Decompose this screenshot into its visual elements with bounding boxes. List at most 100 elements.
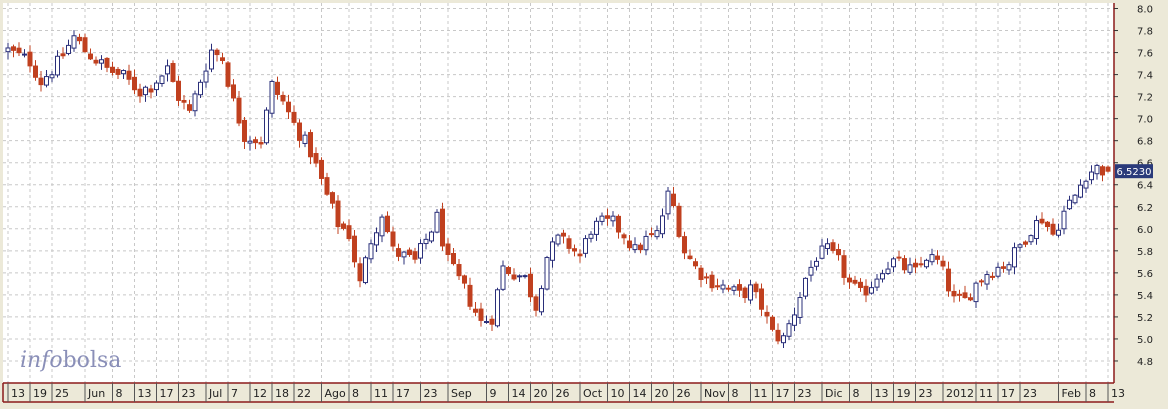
candle-body-down (1050, 223, 1056, 235)
logo-part-info: info (20, 348, 63, 373)
candle-body-down (27, 51, 33, 67)
candle-body-up (434, 211, 440, 233)
candle-body-down (698, 267, 704, 280)
candle-body-up (885, 268, 891, 274)
x-tick-label: 26 (556, 387, 570, 400)
candle-body-up (203, 70, 209, 83)
candle-body-down (473, 308, 478, 313)
candle-body-up (1006, 264, 1012, 271)
candle-body-up (401, 251, 407, 258)
x-tick-label: 11 (374, 387, 388, 400)
candle-body-down (621, 234, 627, 239)
candle-body-down (671, 193, 676, 207)
candle-body-up (363, 257, 368, 284)
x-tick-label: 23 (1023, 387, 1037, 400)
candle-body-down (1001, 266, 1006, 269)
candle-body-down (231, 84, 236, 99)
candle-body-up (869, 287, 874, 294)
candle-body-up (1017, 244, 1023, 248)
candle-body-down (753, 283, 759, 293)
candle-body-down (313, 153, 319, 164)
candle-body-down (341, 223, 346, 229)
candle-body-down (841, 255, 847, 278)
candle-body-down (951, 290, 957, 297)
candle-body-up (786, 323, 792, 337)
x-tick-label: 17 (160, 387, 174, 400)
x-tick-label: 14 (512, 387, 526, 400)
candle-body-up (423, 238, 429, 245)
candle-body-up (55, 55, 60, 76)
x-tick-label: 19 (897, 387, 911, 400)
candle-body-down (115, 68, 121, 75)
candle-body-up (264, 109, 269, 144)
candle-body-down (456, 264, 462, 277)
x-tick-label: 13 (1111, 387, 1125, 400)
x-tick-label: Jul (208, 387, 222, 400)
candle-body-up (610, 215, 616, 222)
candle-body-down (407, 249, 412, 256)
candle-body-down (918, 263, 924, 266)
candle-body-down (236, 97, 242, 124)
x-tick-label: 20 (655, 387, 669, 400)
candle-body-up (665, 190, 671, 215)
last-price-text: 6.5230 (1117, 167, 1152, 178)
candle-body-down (385, 215, 390, 233)
candle-body-down (242, 119, 247, 142)
candle-body-up (247, 140, 253, 144)
candle-body-down (104, 57, 110, 68)
x-tick-label: 8 (116, 387, 123, 400)
x-tick-label: 26 (677, 387, 691, 400)
candle-body-up (429, 231, 434, 242)
candle-body-down (638, 244, 643, 251)
candle-body-down (962, 292, 968, 299)
candle-body-up (632, 244, 638, 251)
candle-body-down (913, 262, 918, 268)
candle-body-down (170, 62, 176, 82)
candle-body-up (66, 44, 71, 54)
candle-body-down (572, 248, 577, 252)
candle-body-down (412, 251, 418, 260)
candle-body-down (352, 235, 357, 263)
candle-body-up (1028, 235, 1034, 243)
x-tick-label: 8 (732, 387, 739, 400)
candle-body-up (781, 335, 786, 344)
candle-body-up (555, 234, 561, 245)
candle-body-up (539, 288, 544, 313)
stock-chart: infobolsa 4.85.05.25.45.65.86.06.26.46.6… (0, 0, 1168, 405)
candle-body-down (940, 260, 946, 267)
x-tick-label: 18 (275, 387, 289, 400)
candle-body-down (390, 231, 396, 247)
x-tick-label: 12 (253, 387, 267, 400)
candle-body-up (995, 266, 1001, 277)
candle-body-down (836, 249, 841, 256)
candle-body-up (891, 258, 896, 268)
candle-body-down (511, 274, 517, 280)
candle-body-down (137, 88, 143, 97)
x-tick-label: 13 (11, 387, 25, 400)
candle-body-up (588, 233, 594, 239)
candle-body-up (192, 93, 198, 112)
candle-body-down (38, 77, 44, 86)
candle-body-up (5, 47, 11, 53)
candle-body-up (121, 70, 126, 75)
candle-body-up (797, 297, 803, 318)
candle-body-up (808, 266, 814, 276)
x-tick-label: 23 (182, 387, 196, 400)
candle-body-up (1083, 180, 1089, 189)
candle-body-down (33, 65, 38, 78)
candle-body-down (275, 81, 280, 95)
candle-body-up (544, 257, 550, 290)
candle-body-down (286, 101, 291, 113)
candle-body-down (93, 59, 99, 64)
candle-body-down (445, 243, 451, 255)
candle-body-down (478, 308, 484, 321)
candle-body-up (1061, 210, 1067, 230)
candle-body-down (126, 70, 132, 80)
x-tick-label: 17 (396, 387, 410, 400)
candle-body-up (1078, 184, 1083, 198)
candle-body-up (907, 264, 913, 273)
candle-body-up (99, 59, 104, 64)
infobolsa-logo: infobolsa (20, 348, 121, 373)
candle-body-up (748, 284, 753, 301)
candle-body-down (830, 242, 836, 251)
